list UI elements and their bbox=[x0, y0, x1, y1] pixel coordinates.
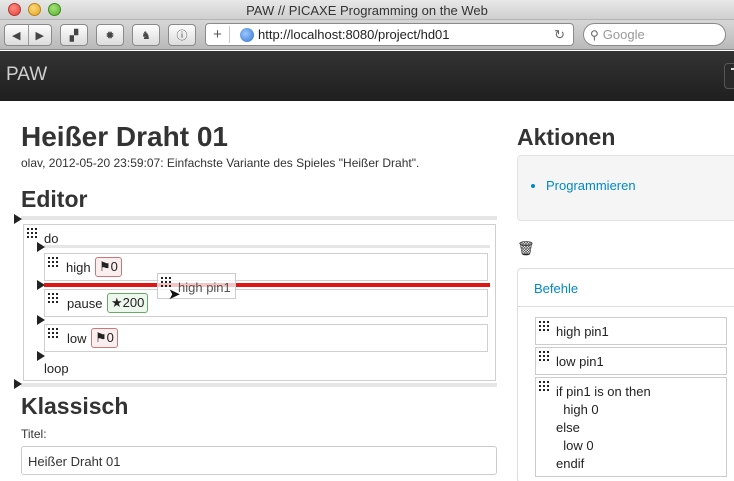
drag-handle-icon[interactable] bbox=[48, 293, 58, 303]
brand-link[interactable]: PAW bbox=[6, 64, 47, 86]
title-label: Titel: bbox=[21, 427, 47, 441]
search-icon: ⚲ bbox=[590, 27, 599, 42]
back-forward-buttons[interactable]: ◀ ▶ bbox=[4, 24, 52, 46]
statement-keyword: high bbox=[66, 260, 91, 275]
editor-divider-top bbox=[21, 216, 497, 220]
title-input[interactable]: Heißer Draht 01 bbox=[21, 446, 497, 475]
nav-toggle-button[interactable] bbox=[724, 63, 734, 89]
app-navbar: PAW bbox=[0, 51, 734, 101]
search-placeholder: Google bbox=[602, 27, 645, 42]
elephant-icon: ♞ bbox=[141, 29, 151, 42]
browser-toolbar: ◀ ▶ ▞ ✹ ♞ ⓘ + http://localhost:8080/proj… bbox=[0, 20, 734, 50]
drag-handle-icon[interactable] bbox=[539, 321, 549, 331]
command-if-then-else[interactable]: if pin1 is on then high 0 else low 0 end… bbox=[535, 377, 727, 477]
pin-param-badge[interactable]: ⚑0 bbox=[95, 257, 122, 277]
drop-zone bbox=[44, 245, 490, 248]
forward-arrow-icon[interactable]: ▶ bbox=[28, 29, 51, 42]
window-title: PAW // PICAXE Programming on the Web bbox=[246, 3, 488, 18]
command-text: if pin1 is on then high 0 else low 0 end… bbox=[556, 384, 651, 471]
statement-keyword: low bbox=[67, 331, 87, 346]
command-high-pin1[interactable]: high pin1 bbox=[535, 317, 727, 345]
statement-pause[interactable]: pause ★200 bbox=[44, 289, 488, 317]
command-text: low pin1 bbox=[556, 354, 604, 369]
evernote-button[interactable]: ♞ bbox=[132, 24, 160, 46]
info-extension-button[interactable]: ⓘ bbox=[168, 24, 196, 46]
befehle-tab[interactable]: Befehle bbox=[534, 281, 578, 296]
drag-handle-icon[interactable] bbox=[539, 381, 549, 391]
url-text[interactable]: http://localhost:8080/project/hd01 bbox=[258, 27, 450, 42]
loop-keyword: loop bbox=[44, 361, 69, 376]
window-tile-button[interactable]: ▞ bbox=[60, 24, 88, 46]
drop-indicator-line bbox=[44, 283, 490, 287]
statement-low[interactable]: low ⚑0 bbox=[44, 324, 488, 352]
drag-handle-icon[interactable] bbox=[48, 328, 58, 338]
drop-marker-icon bbox=[14, 214, 22, 224]
drop-marker-icon bbox=[14, 379, 22, 389]
bug-extension-button[interactable]: ✹ bbox=[96, 24, 124, 46]
drag-handle-icon[interactable] bbox=[539, 351, 549, 361]
bug-icon: ✹ bbox=[105, 29, 115, 42]
ghost-label: high pin1 bbox=[178, 280, 231, 295]
duration-param-badge[interactable]: ★200 bbox=[107, 293, 149, 313]
window-titlebar: PAW // PICAXE Programming on the Web bbox=[0, 0, 734, 20]
aktionen-heading: Aktionen bbox=[517, 124, 616, 150]
back-arrow-icon[interactable]: ◀ bbox=[5, 29, 28, 42]
mouse-cursor-icon: ➤ bbox=[168, 286, 181, 303]
project-meta: olav, 2012-05-20 23:59:07: Einfachste Va… bbox=[21, 156, 420, 170]
tile-icon: ▞ bbox=[69, 29, 79, 42]
info-icon: ⓘ bbox=[176, 30, 188, 42]
editor-heading: Editor bbox=[21, 186, 88, 212]
panel-header: Befehle bbox=[518, 269, 734, 307]
do-keyword: do bbox=[44, 231, 59, 246]
statement-keyword: pause bbox=[67, 296, 103, 311]
drag-handle-icon[interactable] bbox=[48, 257, 58, 267]
programmieren-link[interactable]: Programmieren bbox=[546, 178, 636, 193]
actions-well: Programmieren bbox=[517, 155, 734, 221]
command-text: high pin1 bbox=[556, 324, 609, 339]
search-field[interactable]: ⚲ Google bbox=[583, 23, 726, 46]
pin-param-badge[interactable]: ⚑0 bbox=[91, 328, 118, 348]
klassisch-heading: Klassisch bbox=[21, 393, 129, 419]
globe-icon bbox=[240, 27, 254, 42]
page-title: Heißer Draht 01 bbox=[21, 121, 228, 152]
reload-icon[interactable]: ↻ bbox=[554, 27, 565, 43]
address-bar[interactable]: + http://localhost:8080/project/hd01 ↻ bbox=[205, 23, 574, 46]
drop-marker-icon bbox=[37, 351, 45, 361]
statement-high[interactable]: high ⚑0 bbox=[44, 253, 488, 281]
drag-handle-icon[interactable] bbox=[27, 228, 37, 238]
trash-icon[interactable]: 🗑 bbox=[517, 240, 535, 257]
command-low-pin1[interactable]: low pin1 bbox=[535, 347, 727, 375]
editor-divider-bottom bbox=[21, 383, 497, 387]
drop-marker-icon bbox=[37, 242, 45, 252]
add-bookmark-icon[interactable]: + bbox=[206, 26, 230, 43]
